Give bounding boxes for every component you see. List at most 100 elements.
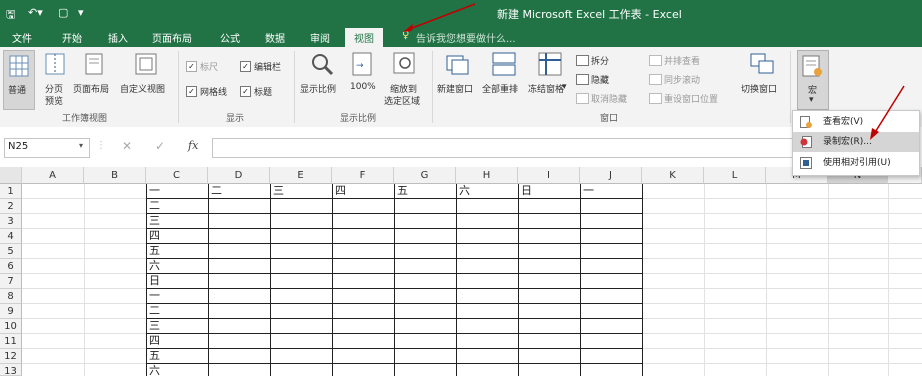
tab-view[interactable]: 视图	[345, 28, 383, 47]
reset-position-button[interactable]: 重设窗口位置	[664, 92, 718, 105]
freeze-panes-button[interactable]: 冻结窗格	[528, 82, 564, 95]
cell-H1[interactable]: 六	[457, 183, 470, 198]
side-by-side-button[interactable]: 并排查看	[664, 54, 700, 67]
enter-icon[interactable]: ✓	[155, 139, 165, 153]
formula-bar-checkbox[interactable]: ✓	[240, 61, 251, 72]
custom-views-icon	[135, 53, 157, 75]
row-header[interactable]: 13	[0, 364, 22, 377]
cell-G1[interactable]: 五	[395, 183, 408, 198]
row-header[interactable]: 12	[0, 349, 22, 364]
headings-checkbox[interactable]: ✓	[240, 86, 251, 97]
column-header[interactable]: C	[146, 167, 208, 184]
row-header[interactable]: 8	[0, 289, 22, 304]
column-header[interactable]: E	[270, 167, 332, 184]
tab-insert[interactable]: 插入	[108, 30, 128, 45]
column-header[interactable]: I	[518, 167, 580, 184]
column-header[interactable]: G	[394, 167, 456, 184]
column-header[interactable]: A	[22, 167, 84, 184]
custom-views-button[interactable]: 自定义视图	[120, 82, 165, 95]
cell-J1[interactable]: 一	[581, 183, 594, 198]
page-layout-view-button[interactable]: 页面布局	[73, 82, 109, 95]
switch-windows-icon	[750, 53, 774, 74]
switch-windows-button[interactable]: 切换窗口	[741, 82, 777, 95]
row-header[interactable]: 11	[0, 334, 22, 349]
cell-C10[interactable]: 三	[147, 318, 160, 333]
cell-C3[interactable]: 三	[147, 213, 160, 228]
cell-E1[interactable]: 三	[271, 183, 284, 198]
insert-function-icon[interactable]: fx	[188, 139, 198, 152]
column-header[interactable]: J	[580, 167, 642, 184]
tab-review[interactable]: 审阅	[310, 30, 330, 45]
cell-C11[interactable]: 四	[147, 333, 160, 348]
cancel-icon[interactable]: ✕	[122, 139, 132, 153]
row-header[interactable]: 5	[0, 244, 22, 259]
normal-view-button[interactable]: 普通	[3, 50, 35, 110]
cell-C5[interactable]: 五	[147, 243, 160, 258]
unhide-icon	[576, 93, 589, 104]
row-header[interactable]: 1	[0, 184, 22, 199]
row-header[interactable]: 9	[0, 304, 22, 319]
hide-button[interactable]: 隐藏	[591, 73, 609, 86]
table-border	[146, 198, 643, 199]
name-box[interactable]: N25 ▾	[4, 138, 90, 158]
normal-view-icon	[9, 55, 29, 77]
quick-access-dropdown-icon[interactable]: ▾	[78, 6, 84, 19]
cell-D1[interactable]: 二	[209, 183, 222, 198]
table-border	[146, 228, 643, 229]
column-header[interactable]: L	[704, 167, 766, 184]
gridlines-checkbox[interactable]: ✓	[186, 86, 197, 97]
new-file-icon[interactable]: ▢	[58, 6, 68, 19]
worksheet-grid[interactable]: A B C D E F G H I J K L M N 1 2 3 4 5 6 …	[0, 167, 922, 377]
menu-item-relative-references[interactable]: 使用相对引用(U)	[793, 153, 919, 173]
row-header[interactable]: 7	[0, 274, 22, 289]
zoom-button[interactable]: 显示比例	[300, 82, 336, 95]
cell-C7[interactable]: 日	[147, 273, 160, 288]
hide-icon	[576, 74, 589, 85]
column-header[interactable]: D	[208, 167, 270, 184]
save-icon[interactable]: 🖫	[6, 6, 15, 25]
ribbon: 普通 分页 预览 页面布局 自定义视图 工作簿视图 ✓ 标尺 ✓ 编辑栏 ✓ 网…	[0, 47, 922, 128]
macros-icon	[802, 55, 822, 77]
cell-C2[interactable]: 二	[147, 198, 160, 213]
cell-C8[interactable]: 一	[147, 288, 160, 303]
cell-C6[interactable]: 六	[147, 258, 160, 273]
column-header[interactable]: F	[332, 167, 394, 184]
row-header[interactable]: 3	[0, 214, 22, 229]
select-all-corner[interactable]	[0, 167, 22, 184]
row-header[interactable]: 6	[0, 259, 22, 274]
tab-formulas[interactable]: 公式	[220, 30, 240, 45]
ruler-checkbox[interactable]: ✓	[186, 61, 197, 72]
name-box-dropdown-icon[interactable]: ▾	[79, 141, 83, 150]
cell-F1[interactable]: 四	[333, 183, 346, 198]
cell-C1[interactable]: 一	[147, 183, 160, 198]
macros-button[interactable]: 宏 ▾	[797, 50, 829, 110]
freeze-dropdown-icon[interactable]: ▾	[562, 82, 567, 92]
new-window-button[interactable]: 新建窗口	[437, 82, 473, 95]
split-button[interactable]: 拆分	[591, 54, 609, 67]
arrange-all-button[interactable]: 全部重排	[482, 82, 518, 95]
row-header[interactable]: 4	[0, 229, 22, 244]
table-border	[146, 333, 643, 334]
relative-references-icon	[800, 157, 812, 169]
cell-C9[interactable]: 二	[147, 303, 160, 318]
undo-icon[interactable]: ↶▾	[28, 6, 43, 19]
column-header[interactable]: H	[456, 167, 518, 184]
sync-scroll-button[interactable]: 同步滚动	[664, 73, 700, 86]
tab-file[interactable]: 文件	[12, 30, 32, 45]
cell-C12[interactable]: 五	[147, 348, 160, 363]
side-by-side-icon	[649, 55, 662, 66]
column-header[interactable]: B	[84, 167, 146, 184]
zoom-100-icon: →	[352, 52, 372, 76]
row-header[interactable]: 2	[0, 199, 22, 214]
column-header[interactable]: K	[642, 167, 704, 184]
zoom-100-button[interactable]: 100%	[350, 82, 376, 92]
cell-C4[interactable]: 四	[147, 228, 160, 243]
record-macro-icon	[800, 136, 812, 148]
tab-home[interactable]: 开始	[62, 30, 82, 45]
tab-page-layout[interactable]: 页面布局	[152, 30, 192, 45]
tab-data[interactable]: 数据	[265, 30, 285, 45]
unhide-button[interactable]: 取消隐藏	[591, 92, 627, 105]
formula-bar-handle-icon: ⋮	[96, 140, 106, 151]
row-header[interactable]: 10	[0, 319, 22, 334]
cell-I1[interactable]: 日	[519, 183, 532, 198]
